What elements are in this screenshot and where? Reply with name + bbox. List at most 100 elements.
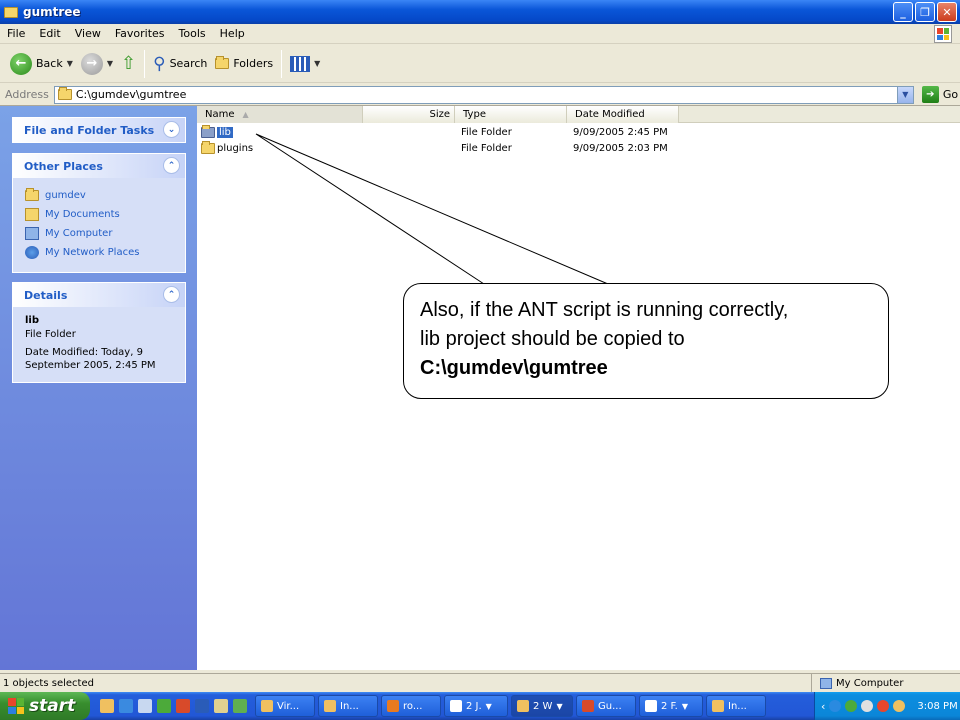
file-date: 9/09/2005 2:03 PM [573, 142, 668, 154]
place-my-documents[interactable]: My Documents [25, 205, 173, 224]
quick-launch-icon[interactable] [119, 699, 133, 713]
quick-launch-icon[interactable] [100, 699, 114, 713]
place-my-computer[interactable]: My Computer [25, 224, 173, 243]
tray-icon[interactable] [845, 700, 858, 712]
task-button-active[interactable]: 2 W ▼ [511, 695, 573, 717]
tray-icon[interactable] [877, 700, 890, 712]
details-type: File Folder [25, 329, 76, 340]
details-header[interactable]: Details ⌃ [13, 283, 185, 307]
task-button[interactable]: Vir... [255, 695, 315, 717]
quick-launch-icon[interactable] [138, 699, 152, 713]
maximize-button[interactable]: ❐ [915, 2, 935, 22]
place-gumdev[interactable]: gumdev [25, 186, 173, 205]
views-button[interactable]: ▼ [286, 49, 324, 79]
address-bar: Address C:\gumdev\gumtree ▼ ➔ Go [0, 84, 960, 106]
address-input[interactable]: C:\gumdev\gumtree ▼ [53, 85, 914, 104]
tray-icon[interactable] [893, 700, 906, 712]
menu-edit[interactable]: Edit [32, 27, 67, 40]
column-name[interactable]: Name ▲ [197, 106, 363, 123]
column-size[interactable]: Size [363, 106, 455, 123]
task-button[interactable]: 2 F. ▼ [639, 695, 703, 717]
tray-icon[interactable] [829, 700, 842, 712]
tray-expand-icon[interactable]: ‹ [821, 700, 825, 713]
task-label: In... [340, 700, 359, 712]
file-name-cell: lib [197, 124, 363, 138]
close-button[interactable]: ✕ [937, 2, 957, 22]
app-icon [324, 700, 336, 712]
minimize-button[interactable]: _ [893, 2, 913, 22]
file-row-plugins[interactable]: plugins File Folder 9/09/2005 2:03 PM [197, 140, 960, 156]
back-dropdown-icon[interactable]: ▼ [67, 59, 73, 68]
task-button[interactable]: In... [706, 695, 766, 717]
task-button[interactable]: In... [318, 695, 378, 717]
title-bar[interactable]: gumtree _ ❐ ✕ [0, 0, 960, 24]
my-documents-icon [25, 208, 39, 221]
address-value: C:\gumdev\gumtree [75, 88, 187, 101]
start-button[interactable]: start [0, 692, 90, 720]
column-type[interactable]: Type [455, 106, 567, 123]
folder-icon [4, 6, 18, 18]
callout-line1: Also, if the ANT script is running corre… [420, 299, 789, 321]
details-title: Details [24, 288, 68, 302]
column-type-label: Type [463, 109, 486, 120]
quick-launch-icon[interactable] [214, 699, 228, 713]
task-pane: File and Folder Tasks ⌄ Other Places ⌃ g… [0, 106, 197, 670]
place-label: gumdev [45, 190, 86, 201]
windows-flag-icon [8, 698, 24, 714]
task-button[interactable]: ro... [381, 695, 441, 717]
place-my-network-places[interactable]: My Network Places [25, 243, 173, 262]
task-button[interactable]: Gu... [576, 695, 636, 717]
other-places-panel: Other Places ⌃ gumdev My Documents My Co… [12, 153, 186, 273]
file-row-lib[interactable]: lib File Folder 9/09/2005 2:45 PM [197, 124, 960, 140]
chevron-up-icon[interactable]: ⌃ [163, 157, 180, 174]
views-dropdown-icon[interactable]: ▼ [314, 59, 320, 68]
folders-icon [215, 56, 230, 69]
address-dropdown-icon[interactable]: ▼ [896, 86, 913, 103]
quick-launch-icon[interactable] [195, 699, 209, 713]
menu-favorites[interactable]: Favorites [108, 27, 172, 40]
column-date-modified[interactable]: Date Modified [567, 106, 679, 123]
task-label: 2 J. [466, 700, 482, 712]
tray-icon[interactable] [861, 700, 874, 712]
menu-view[interactable]: View [68, 27, 108, 40]
menu-tools[interactable]: Tools [172, 27, 213, 40]
details-name: lib [25, 315, 40, 326]
folder-icon [201, 124, 215, 138]
windows-logo-icon [934, 25, 952, 43]
clock[interactable]: 3:08 PM [917, 701, 957, 712]
menu-bar: File Edit View Favorites Tools Help [0, 24, 960, 44]
forward-button[interactable]: → ▼ [77, 49, 117, 79]
folder-icon [517, 700, 529, 712]
sort-ascending-icon: ▲ [242, 110, 249, 119]
file-folder-tasks-header[interactable]: File and Folder Tasks ⌄ [13, 118, 185, 142]
quick-launch-icon[interactable] [157, 699, 171, 713]
other-places-header[interactable]: Other Places ⌃ [13, 154, 185, 178]
go-arrow-icon: ➔ [921, 86, 939, 103]
toolbar: ← Back ▼ → ▼ ⇧ ⚲ Search Folders ▼ [0, 45, 960, 83]
chevron-up-icon[interactable]: ⌃ [163, 286, 180, 303]
toolbar-separator [144, 49, 146, 78]
place-label: My Documents [45, 209, 120, 220]
forward-dropdown-icon[interactable]: ▼ [107, 59, 113, 68]
chevron-down-icon[interactable]: ⌄ [163, 121, 180, 138]
app-icon [261, 700, 273, 712]
column-date-label: Date Modified [575, 109, 645, 120]
app-icon [387, 700, 399, 712]
up-button[interactable]: ⇧ [117, 49, 140, 79]
column-name-label: Name [205, 109, 235, 120]
quick-launch-icon[interactable] [176, 699, 190, 713]
column-size-label: Size [429, 109, 450, 120]
menu-help[interactable]: Help [213, 27, 252, 40]
go-button[interactable]: ➔ Go [921, 86, 958, 103]
place-label: My Computer [45, 228, 113, 239]
task-button[interactable]: 2 J. ▼ [444, 695, 508, 717]
back-arrow-icon: ← [10, 52, 32, 75]
task-label: Vir... [277, 700, 300, 712]
up-folder-icon: ⇧ [121, 53, 137, 74]
back-button[interactable]: ← Back ▼ [6, 49, 77, 79]
folders-button[interactable]: Folders [211, 49, 277, 79]
status-bar: 1 objects selected My Computer [0, 673, 960, 693]
menu-file[interactable]: File [0, 27, 32, 40]
search-button[interactable]: ⚲ Search [149, 49, 211, 79]
quick-launch-icon[interactable] [233, 699, 247, 713]
